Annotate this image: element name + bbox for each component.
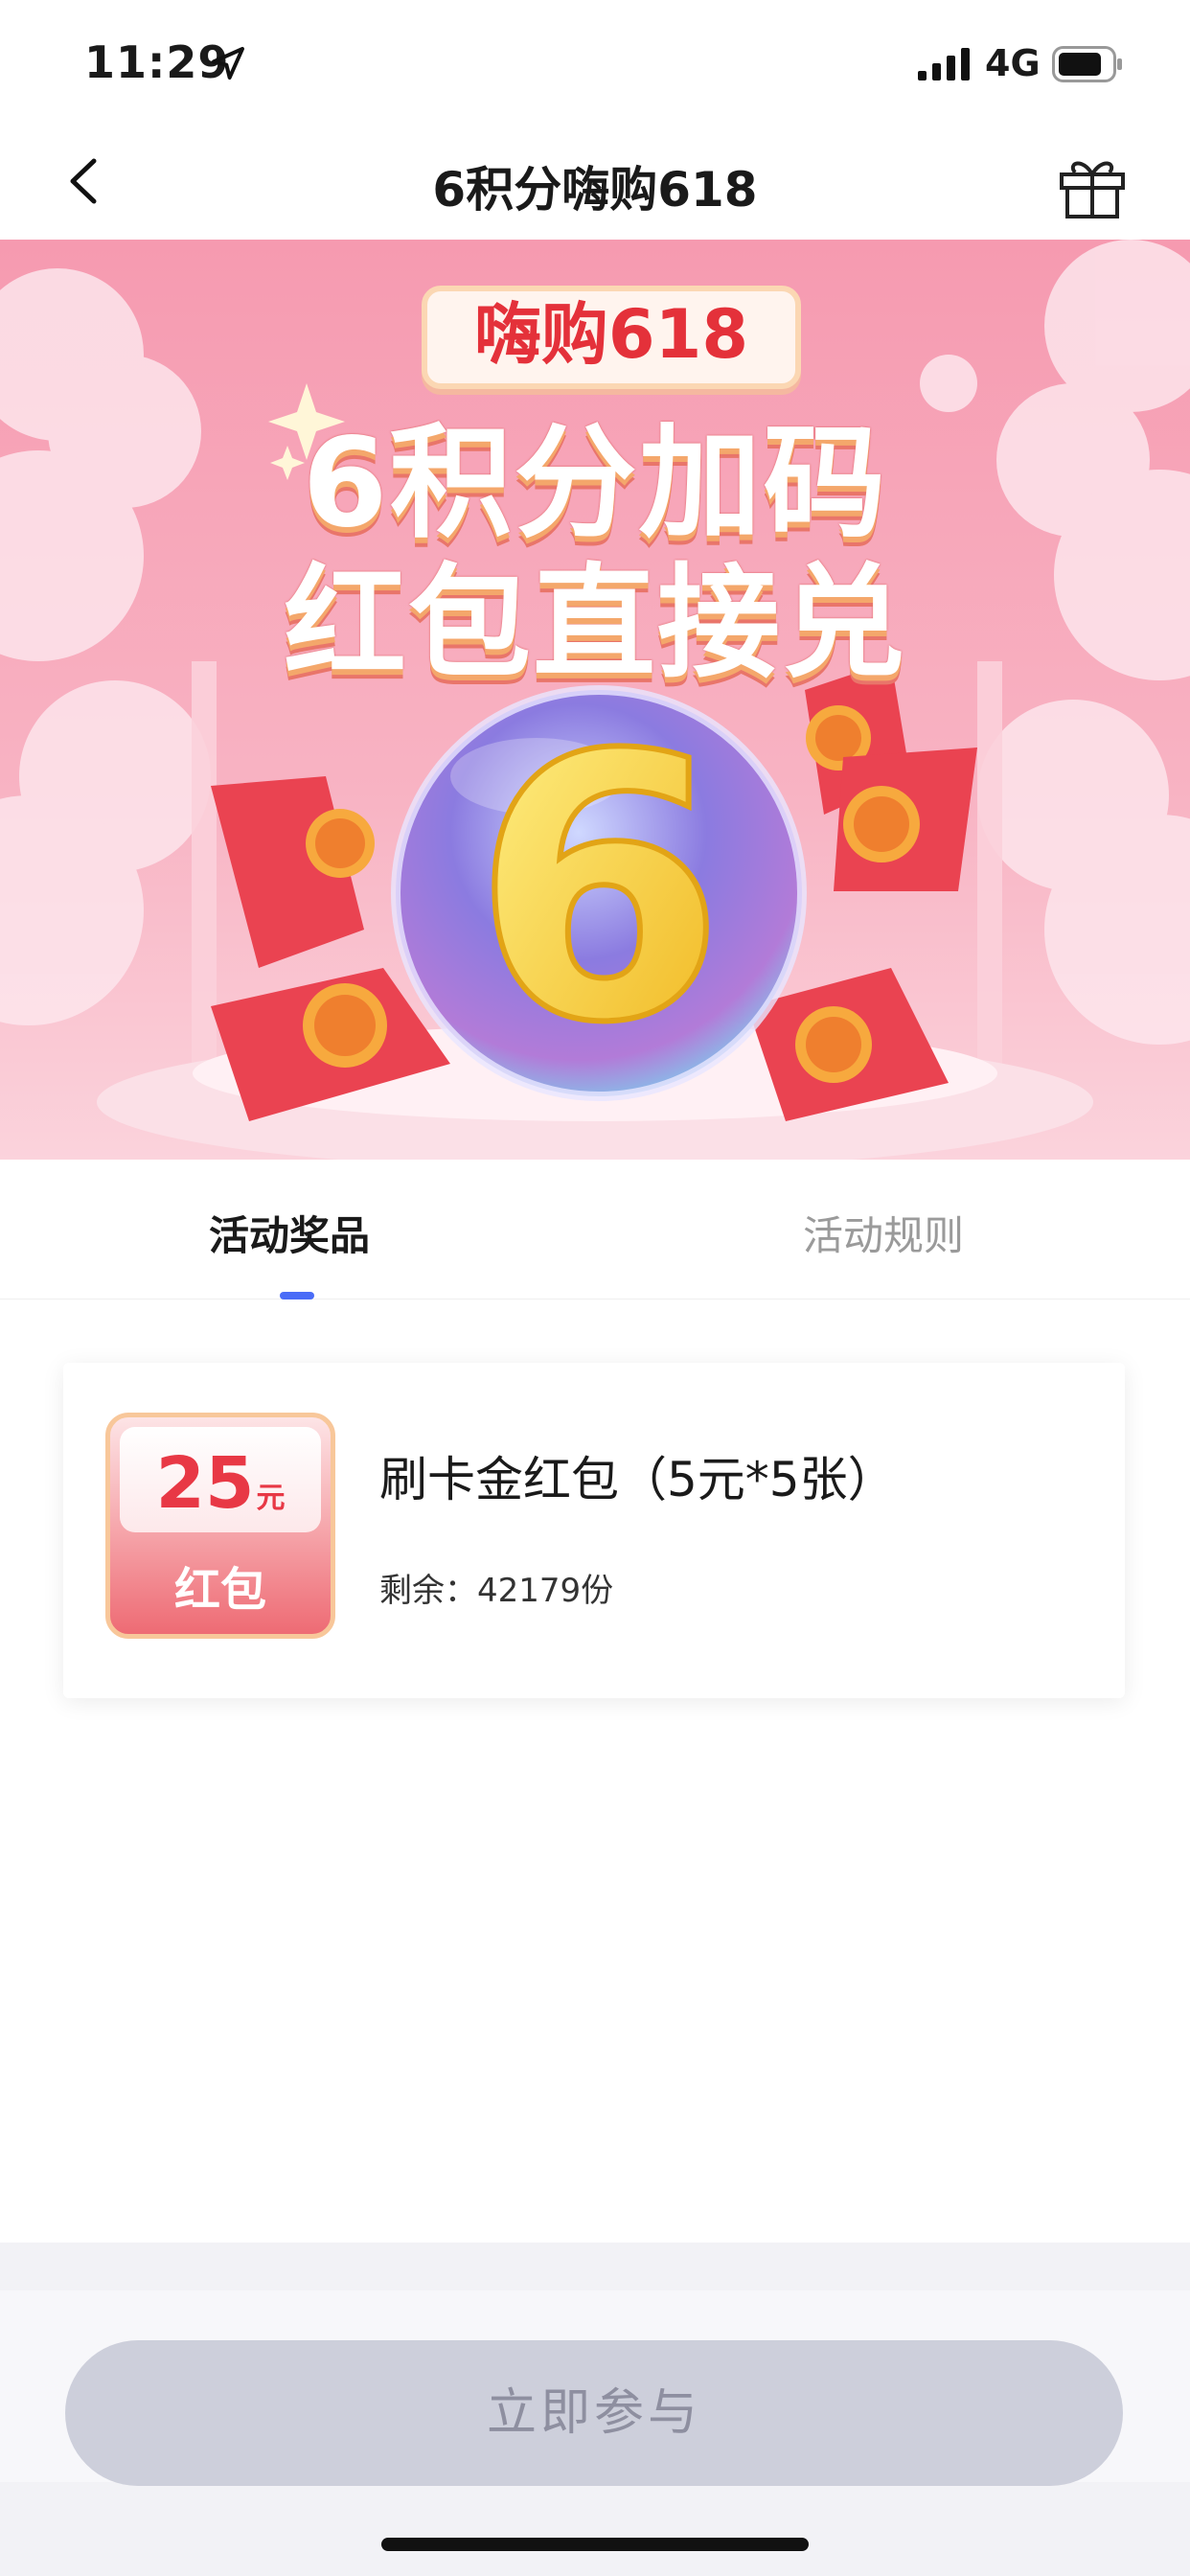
promo-banner: 6 嗨购618 6积分加码 红包直接兑 <box>0 240 1190 1160</box>
gift-icon[interactable] <box>1054 146 1131 222</box>
bottom-panel: 立即参与 <box>0 2290 1190 2486</box>
home-indicator <box>381 2538 809 2551</box>
coupon-amount-value: 25 <box>155 1442 255 1525</box>
bottom-bar: 立即参与 <box>0 2242 1190 2576</box>
join-button[interactable]: 立即参与 <box>65 2340 1123 2486</box>
location-arrow-icon <box>212 47 244 80</box>
tab-bar: 活动奖品 活动规则 <box>0 1160 1190 1300</box>
status-time: 11:29 <box>84 36 230 88</box>
coupon-amount-unit: 元 <box>256 1482 286 1515</box>
active-tab-indicator <box>280 1292 314 1300</box>
battery-icon <box>1052 46 1122 82</box>
coupon-amount: 25元 <box>120 1442 321 1525</box>
prize-title: 刷卡金红包（5元*5张） <box>379 1452 896 1507</box>
coupon-top: 25元 <box>120 1427 321 1532</box>
nav-bar: 6积分嗨购618 <box>0 126 1190 241</box>
prize-remaining: 剩余：42179份 <box>379 1572 614 1610</box>
banner-tag: 嗨购618 <box>422 286 801 389</box>
banner-headline-2: 红包直接兑 <box>283 552 906 695</box>
coupon-badge: 25元 红包 <box>105 1413 335 1639</box>
status-bar: 11:29 4G <box>0 0 1190 126</box>
banner-big-number: 6 <box>472 678 725 1102</box>
tab-rules[interactable]: 活动规则 <box>803 1204 964 1262</box>
network-type: 4G <box>985 42 1041 84</box>
page-title: 6积分嗨购618 <box>432 162 758 218</box>
coupon-label: 红包 <box>173 1563 266 1617</box>
cellular-signal-icon <box>918 48 970 80</box>
prize-card[interactable]: 25元 红包 刷卡金红包（5元*5张） 剩余：42179份 <box>63 1363 1125 1698</box>
tab-prizes[interactable]: 活动奖品 <box>209 1204 370 1262</box>
